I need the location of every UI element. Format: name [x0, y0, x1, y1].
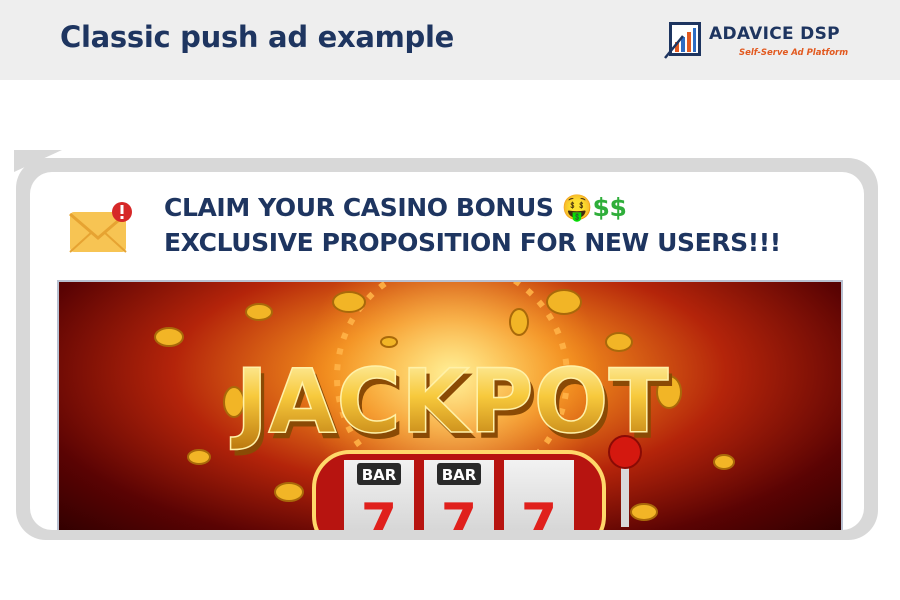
reel-symbol-seven-1: 7	[361, 493, 397, 530]
reel-label-bar-2: BAR	[442, 466, 477, 484]
headline-line-1: CLAIM YOUR CASINO BONUS	[164, 193, 554, 222]
brand-tagline: Self-Serve Ad Platform	[739, 48, 849, 58]
reel-label-bar-1: BAR	[362, 466, 397, 484]
envelope-alert-icon	[69, 202, 132, 253]
headline-line-2: EXCLUSIVE PROPOSITION FOR NEW USERS!!!	[164, 228, 781, 257]
reel-symbol-seven-2: 7	[441, 493, 477, 530]
jackpot-illustration: JACKPOT JACKPOT BAR BAR 7 7 7	[154, 282, 735, 530]
jackpot-text: JACKPOT	[231, 350, 669, 453]
push-notification-card[interactable]: CLAIM YOUR CASINO BONUS 🤑$$ EXCLUSIVE PR…	[30, 172, 864, 530]
brand-logo-icon	[664, 22, 701, 59]
brand-name: ADAVICE DSP	[709, 24, 840, 44]
page-header: Classic push ad example ADAVICE DSP Self…	[0, 0, 900, 80]
push-headline: CLAIM YOUR CASINO BONUS 🤑$$ EXCLUSIVE PR…	[164, 190, 781, 260]
money-face-emoji-icon: 🤑	[561, 193, 593, 222]
reel-symbol-seven-3: 7	[521, 493, 557, 530]
slot-lever-knob	[608, 435, 642, 469]
money-sign-emoji-icon: $$	[592, 193, 627, 222]
page-title: Classic push ad example	[60, 20, 455, 54]
brand-logo-block[interactable]: ADAVICE DSP Self-Serve Ad Platform	[663, 18, 863, 64]
jackpot-ad-image[interactable]: JACKPOT JACKPOT BAR BAR 7 7 7	[57, 280, 843, 530]
